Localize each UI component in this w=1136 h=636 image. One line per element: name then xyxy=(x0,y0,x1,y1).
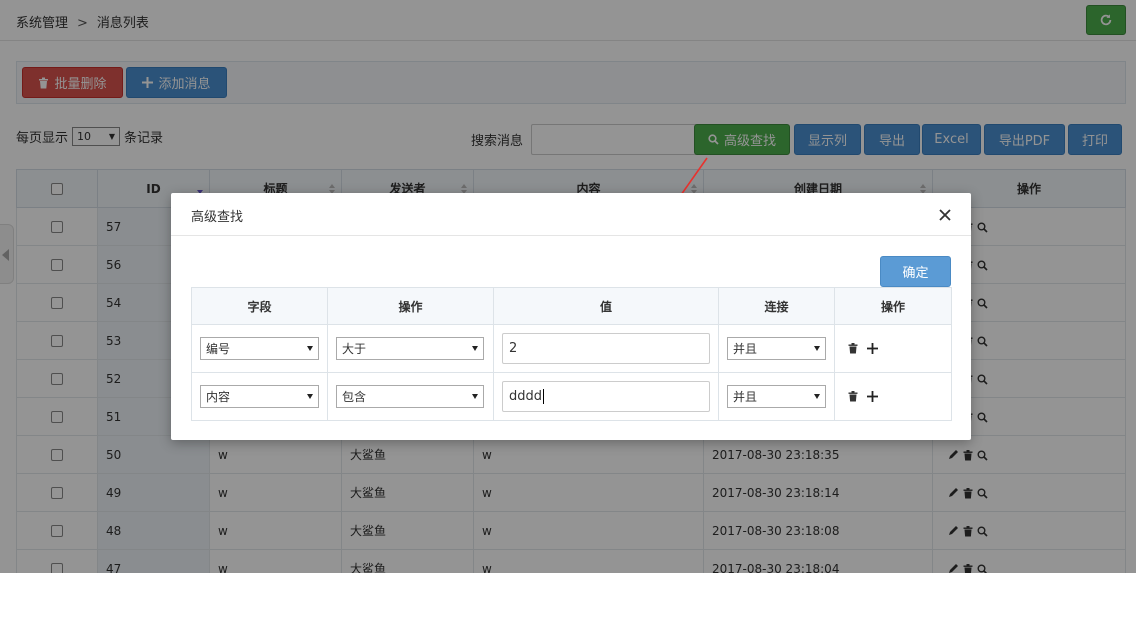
join-select-value: 并且 xyxy=(733,342,758,356)
plus-icon[interactable] xyxy=(867,343,878,354)
operator-select-value: 大于 xyxy=(342,342,367,356)
condition-header-value: 值 xyxy=(493,287,719,325)
trash-icon[interactable] xyxy=(848,343,858,354)
condition-body: 编号 大于 2 并且 内容 包含 dddd 并且 xyxy=(191,324,952,421)
condition-header-actions: 操作 xyxy=(834,287,952,325)
chevron-down-icon xyxy=(472,346,478,351)
operator-select[interactable]: 大于 xyxy=(336,337,484,360)
value-cell: dddd xyxy=(493,372,719,421)
condition-actions-cell xyxy=(834,372,952,421)
chevron-down-icon xyxy=(472,394,478,399)
condition-header-operator: 操作 xyxy=(327,287,494,325)
dialog-header: 高级查找 xyxy=(171,193,971,236)
message-list-page: 系统管理 > 消息列表 批量删除 添加消息 每页显示 10 ▼ 条记录 搜索消息 高… xyxy=(0,0,1136,573)
close-icon[interactable] xyxy=(937,207,953,223)
condition-actions-cell xyxy=(834,324,952,373)
value-input[interactable]: 2 xyxy=(502,333,710,364)
join-select-value: 并且 xyxy=(733,390,758,404)
join-select[interactable]: 并且 xyxy=(727,385,826,408)
operator-cell: 包含 xyxy=(327,372,494,421)
operator-cell: 大于 xyxy=(327,324,494,373)
value-input[interactable]: dddd xyxy=(502,381,710,412)
condition-header-join: 连接 xyxy=(718,287,835,325)
join-cell: 并且 xyxy=(718,372,835,421)
plus-icon[interactable] xyxy=(867,391,878,402)
join-select[interactable]: 并且 xyxy=(727,337,826,360)
advanced-search-dialog: 高级查找 确定 字段 操作 值 连接 操作 编号 大于 2 并且 内容 包含 dddd 并且 xyxy=(171,193,971,440)
field-select-value: 内容 xyxy=(206,390,231,404)
confirm-button[interactable]: 确定 xyxy=(880,256,951,287)
dialog-title: 高级查找 xyxy=(191,210,244,225)
value-input-text: 2 xyxy=(509,341,518,356)
condition-row: 编号 大于 2 并且 xyxy=(191,324,952,373)
field-select[interactable]: 内容 xyxy=(200,385,319,408)
condition-header-field: 字段 xyxy=(191,287,328,325)
condition-header-row: 字段 操作 值 连接 操作 xyxy=(191,287,952,325)
operator-select[interactable]: 包含 xyxy=(336,385,484,408)
field-cell: 编号 xyxy=(191,324,328,373)
field-select-value: 编号 xyxy=(206,342,231,356)
text-cursor xyxy=(543,389,545,404)
operator-select-value: 包含 xyxy=(342,390,367,404)
value-input-text: dddd xyxy=(509,389,543,404)
trash-icon[interactable] xyxy=(848,391,858,402)
chevron-down-icon xyxy=(814,394,820,399)
condition-table: 字段 操作 值 连接 操作 编号 大于 2 并且 内容 包含 dddd 并且 xyxy=(191,287,952,421)
chevron-down-icon xyxy=(814,346,820,351)
join-cell: 并且 xyxy=(718,324,835,373)
field-cell: 内容 xyxy=(191,372,328,421)
condition-row: 内容 包含 dddd 并且 xyxy=(191,372,952,421)
field-select[interactable]: 编号 xyxy=(200,337,319,360)
chevron-down-icon xyxy=(307,394,313,399)
chevron-down-icon xyxy=(307,346,313,351)
value-cell: 2 xyxy=(493,324,719,373)
